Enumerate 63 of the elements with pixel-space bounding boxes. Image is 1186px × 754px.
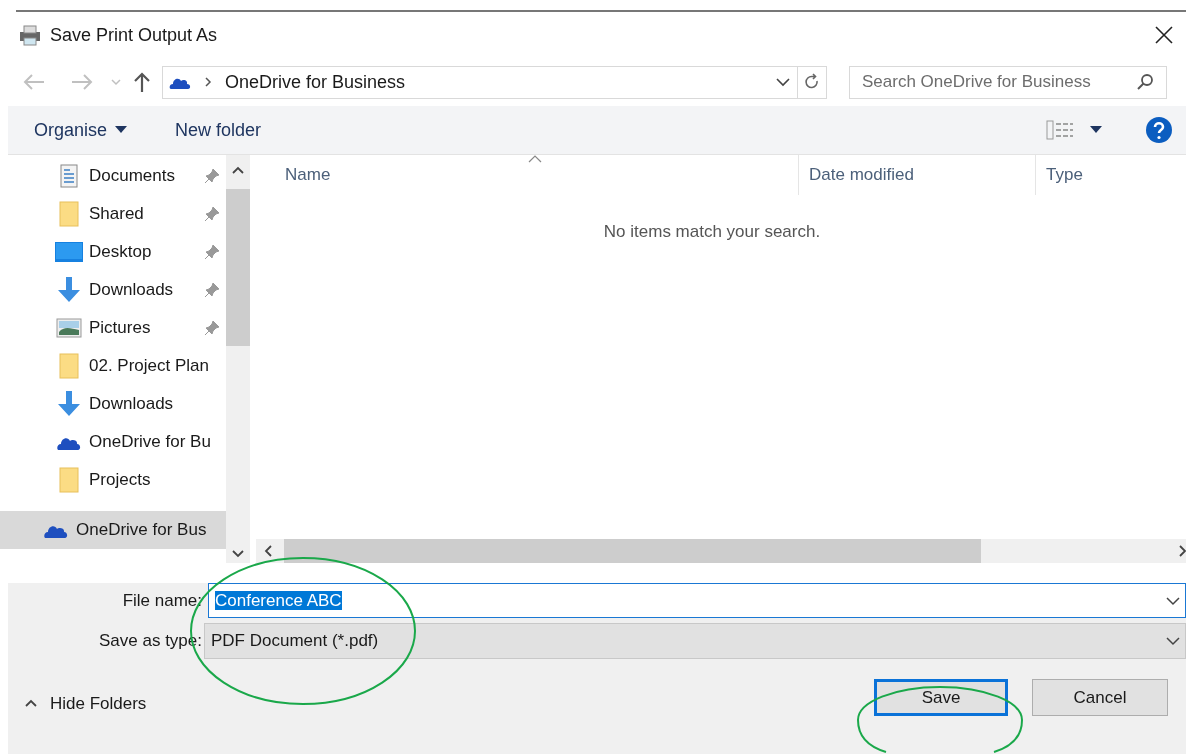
file-name-label: File name:: [121, 589, 202, 612]
close-icon[interactable]: [1154, 25, 1174, 45]
column-header[interactable]: Date modified: [798, 155, 1035, 195]
sidebar-item[interactable]: Documents: [0, 157, 226, 195]
document-icon: [60, 164, 78, 188]
sidebar-item[interactable]: OneDrive for Bus: [0, 511, 226, 549]
column-header[interactable]: Name: [256, 155, 798, 195]
sidebar-scrollbar[interactable]: [226, 155, 250, 563]
desktop-icon: [55, 242, 83, 262]
scroll-up-icon[interactable]: [231, 165, 245, 175]
search-field[interactable]: Search OneDrive for Business: [849, 65, 1167, 99]
sidebar-item[interactable]: Projects: [0, 461, 226, 499]
dialog-button[interactable]: Save: [874, 679, 1008, 716]
sidebar-item[interactable]: OneDrive for Bu: [0, 423, 226, 461]
address-path: OneDrive for Business: [225, 70, 407, 94]
scroll-thumb[interactable]: [284, 539, 981, 563]
organise-menu[interactable]: Organise: [34, 116, 128, 144]
sidebar-item[interactable]: 02. Project Plan: [0, 347, 226, 385]
pin-icon[interactable]: [204, 244, 220, 260]
new-folder-button[interactable]: New folder: [175, 116, 262, 144]
hide-folders-button[interactable]: Hide Folders: [24, 690, 147, 716]
sidebar-item[interactable]: Pictures: [0, 309, 226, 347]
pin-icon[interactable]: [204, 320, 220, 336]
search-icon: [1136, 73, 1154, 91]
scroll-left-icon[interactable]: [262, 544, 274, 558]
printer-icon: [18, 23, 42, 47]
pin-icon[interactable]: [204, 168, 220, 184]
caret-icon[interactable]: [1090, 126, 1102, 134]
chevron-up-icon: [24, 698, 38, 709]
column-header[interactable]: Type: [1035, 155, 1186, 195]
window-title: Save Print Output As: [50, 23, 218, 47]
sidebar-item[interactable]: Shared: [0, 195, 226, 233]
save-as-type-dropdown[interactable]: PDF Document (*.pdf): [204, 623, 1186, 659]
down-arrow-icon: [56, 277, 82, 303]
empty-message: No items match your search.: [603, 221, 821, 243]
folder-icon: [59, 201, 79, 227]
help-icon[interactable]: [1146, 117, 1172, 143]
chevron-right-icon: [203, 76, 213, 88]
folder-icon: [59, 467, 79, 493]
down-arrow-icon: [56, 391, 82, 417]
view-options-icon[interactable]: [1046, 120, 1074, 140]
sidebar-item[interactable]: Downloads: [0, 271, 226, 309]
pin-icon[interactable]: [204, 206, 220, 222]
sidebar-item[interactable]: Downloads: [0, 385, 226, 423]
chevron-down-icon[interactable]: [1165, 594, 1181, 607]
back-arrow-icon[interactable]: [22, 72, 46, 92]
up-arrow-icon[interactable]: [132, 71, 152, 93]
caret-icon: [115, 126, 128, 134]
folder-icon: [59, 353, 79, 379]
scroll-right-icon[interactable]: [1178, 544, 1186, 558]
picture-icon: [56, 318, 82, 338]
sidebar-item[interactable]: Desktop: [0, 233, 226, 271]
forward-arrow-icon[interactable]: [70, 72, 94, 92]
chevron-down-icon[interactable]: [1165, 635, 1181, 647]
dialog-button[interactable]: Cancel: [1032, 679, 1168, 716]
chevron-down-icon[interactable]: [775, 76, 791, 88]
pin-icon[interactable]: [204, 282, 220, 298]
scroll-down-icon[interactable]: [231, 549, 245, 559]
scroll-thumb[interactable]: [226, 189, 250, 346]
file-name-field[interactable]: Conference ABC: [208, 583, 1186, 618]
horizontal-scrollbar[interactable]: [256, 539, 1186, 563]
refresh-icon[interactable]: [804, 73, 820, 91]
address-bar[interactable]: OneDrive for Business: [162, 65, 827, 99]
